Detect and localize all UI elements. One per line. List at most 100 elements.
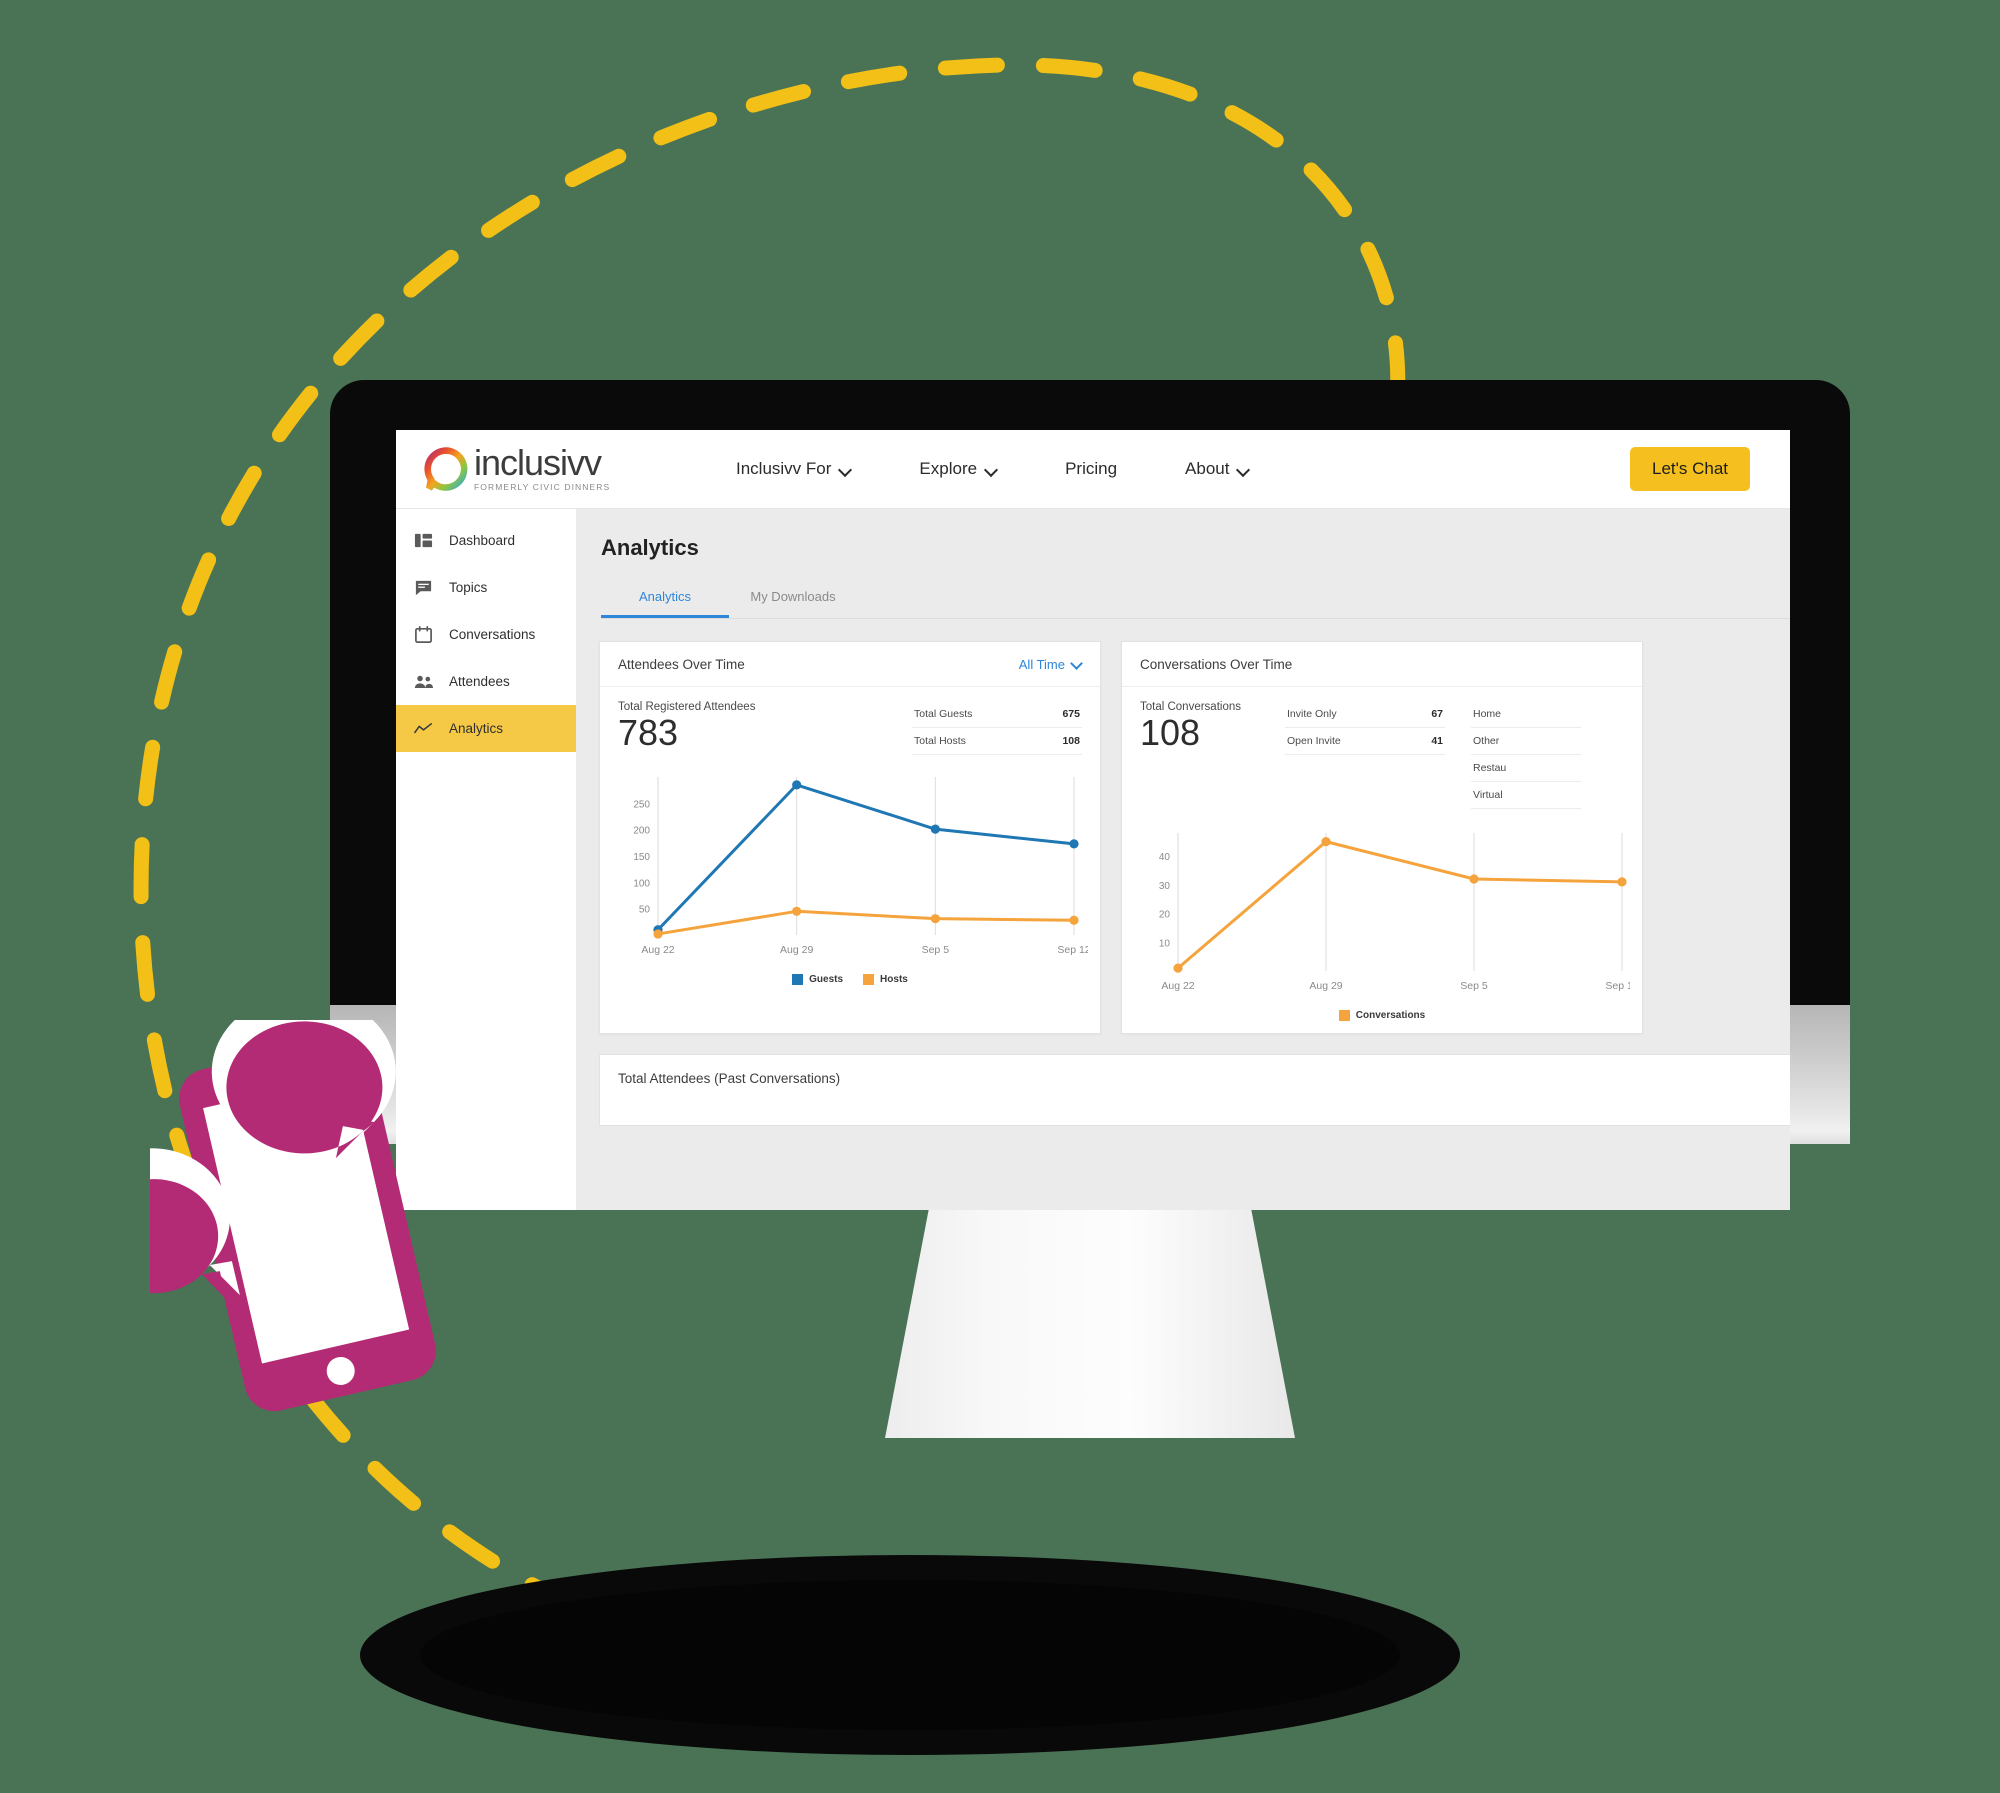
calendar-icon <box>414 625 433 644</box>
svg-text:Aug 22: Aug 22 <box>641 944 674 956</box>
breakdown-row: Virtual <box>1471 782 1581 809</box>
card-header: Conversations Over Time <box>1122 642 1642 687</box>
primary-stat: Total Conversations 108 <box>1140 701 1241 809</box>
breakdown-label: Other <box>1473 735 1500 747</box>
svg-text:250: 250 <box>633 799 650 810</box>
logo-wordmark: inclusivv <box>474 442 602 484</box>
dashboard-icon <box>414 531 433 550</box>
breakdown-row: Invite Only 67 <box>1285 701 1445 728</box>
card-attendees-over-time: Attendees Over Time All Time Total Regis… <box>599 641 1101 1034</box>
legend-swatch <box>1338 1010 1350 1021</box>
attendees-line-chart-svg: 50 100 150 200 250 Aug 22 Aug 29 Sep 5 Sep 12 <box>633 777 1091 956</box>
time-range-value: All Time <box>1018 656 1065 672</box>
conversations-line-chart-svg: 10 20 30 40 Aug 22 Aug 29 Sep 5 Sep 12 <box>1159 833 1639 992</box>
nav-item-inclusivv-for[interactable]: Inclusivv For <box>702 459 885 479</box>
attendees-breakdown: Total Guests 675 Total Hosts 108 <box>912 701 1082 755</box>
breakdown-value: 41 <box>1431 735 1443 747</box>
card-total-attendees-past: Total Attendees (Past Conversations) <box>599 1054 1790 1126</box>
screen-body: Dashboard Topics Conversations Attendees… <box>396 509 1790 1210</box>
card-stats: Total Conversations 108 Invite Only 67 O… <box>1122 687 1642 813</box>
breakdown-label: Restau <box>1473 762 1507 774</box>
scene-root: inclusivv FORMERLY CIVIC DINNERS Inclusi… <box>0 0 2000 1793</box>
breakdown-row: Other <box>1471 728 1581 755</box>
chevron-down-icon <box>1238 464 1249 475</box>
breakdown-label: Invite Only <box>1287 708 1337 720</box>
sidebar-item-attendees[interactable]: Attendees <box>396 658 576 705</box>
svg-text:200: 200 <box>633 826 650 837</box>
inclusivv-logo-icon <box>424 447 468 491</box>
sidebar-item-label: Dashboard <box>449 533 516 548</box>
page-title: Analytics <box>601 535 699 560</box>
line-chart-icon <box>414 719 433 738</box>
legend-item-guests: Guests <box>792 974 843 985</box>
tab-analytics[interactable]: Analytics <box>601 579 729 618</box>
nav-item-explore[interactable]: Explore <box>885 459 1031 479</box>
conversation-venue-breakdown: Home Other Restau Virtual <box>1471 701 1581 809</box>
logo-tagline: FORMERLY CIVIC DINNERS <box>474 481 611 492</box>
time-range-dropdown[interactable]: All Time <box>1019 657 1082 672</box>
breakdown-label: Open Invite <box>1287 735 1341 747</box>
sidebar-item-dashboard[interactable]: Dashboard <box>396 517 576 564</box>
breakdown-row: Open Invite 41 <box>1285 728 1445 755</box>
main-content: Analytics Analytics My Downloads Attende… <box>577 509 1790 1210</box>
legend-swatch <box>863 974 875 985</box>
conversation-type-breakdown: Invite Only 67 Open Invite 41 <box>1285 701 1445 809</box>
legend-item-conversations: Conversations <box>1338 1010 1425 1021</box>
card-title: Conversations Over Time <box>1140 656 1293 672</box>
chevron-down-icon <box>1072 659 1082 669</box>
stat-value: 783 <box>618 712 679 753</box>
conversations-chart: 10 20 30 40 Aug 22 Aug 29 Sep 5 Sep 12 <box>1122 813 1642 1006</box>
sidebar-item-label: Conversations <box>449 627 536 642</box>
stat-value: 108 <box>1140 712 1201 753</box>
attendees-chart-legend: Guests Hosts <box>600 970 1100 997</box>
svg-text:20: 20 <box>1159 910 1171 921</box>
nav-item-about[interactable]: About <box>1151 459 1283 479</box>
nav-item-pricing[interactable]: Pricing <box>1031 459 1151 479</box>
svg-text:Sep 12: Sep 12 <box>1605 980 1630 992</box>
legend-label: Hosts <box>880 974 908 985</box>
tab-bar: Analytics My Downloads <box>601 579 1790 619</box>
svg-text:40: 40 <box>1159 852 1171 863</box>
svg-text:Aug 29: Aug 29 <box>1309 980 1342 992</box>
card-conversations-over-time: Conversations Over Time Total Conversati… <box>1121 641 1643 1034</box>
svg-text:Sep 5: Sep 5 <box>922 944 950 956</box>
svg-text:Aug 29: Aug 29 <box>780 944 813 956</box>
breakdown-label: Total Hosts <box>914 735 966 747</box>
svg-text:Sep 12: Sep 12 <box>1057 944 1088 956</box>
brand-logo[interactable]: inclusivv FORMERLY CIVIC DINNERS <box>396 442 634 492</box>
card-title: Total Attendees (Past Conversations) <box>618 1071 841 1086</box>
card-title: Attendees Over Time <box>618 656 745 672</box>
breakdown-value: 67 <box>1431 708 1443 720</box>
sidebar-item-topics[interactable]: Topics <box>396 564 576 611</box>
sidebar-item-conversations[interactable]: Conversations <box>396 611 576 658</box>
tab-my-downloads[interactable]: My Downloads <box>729 579 857 618</box>
svg-text:100: 100 <box>633 878 650 889</box>
nav-label: Pricing <box>1065 459 1118 478</box>
breakdown-row: Home <box>1471 701 1581 728</box>
chat-bubble-icon <box>414 578 433 597</box>
legend-item-hosts: Hosts <box>863 974 908 985</box>
nav-label: Inclusivv For <box>736 459 832 478</box>
sidebar-item-label: Topics <box>449 580 488 595</box>
monitor-shadow-inner <box>420 1580 1400 1730</box>
svg-text:30: 30 <box>1159 881 1171 892</box>
svg-text:10: 10 <box>1159 938 1171 949</box>
breakdown-row: Total Hosts 108 <box>912 728 1082 755</box>
nav-label: About <box>1185 459 1230 478</box>
sidebar-item-label: Attendees <box>449 674 510 689</box>
screen-content: inclusivv FORMERLY CIVIC DINNERS Inclusi… <box>396 430 1790 1210</box>
breakdown-value: 675 <box>1062 708 1080 720</box>
svg-text:50: 50 <box>639 905 651 916</box>
top-navigation-bar: inclusivv FORMERLY CIVIC DINNERS Inclusi… <box>396 430 1790 509</box>
svg-text:150: 150 <box>633 852 650 863</box>
sidebar-item-analytics[interactable]: Analytics <box>396 705 576 752</box>
svg-text:Aug 22: Aug 22 <box>1161 980 1194 992</box>
breakdown-row: Total Guests 675 <box>912 701 1082 728</box>
breakdown-label: Total Guests <box>914 708 973 720</box>
nav-links: Inclusivv For Explore Pricing About <box>702 459 1283 479</box>
nav-label: Explore <box>919 459 978 478</box>
lets-chat-button[interactable]: Let's Chat <box>1629 447 1750 491</box>
cards-row: Attendees Over Time All Time Total Regis… <box>577 619 1790 1034</box>
people-icon <box>414 672 433 691</box>
breakdown-label: Virtual <box>1473 789 1503 801</box>
